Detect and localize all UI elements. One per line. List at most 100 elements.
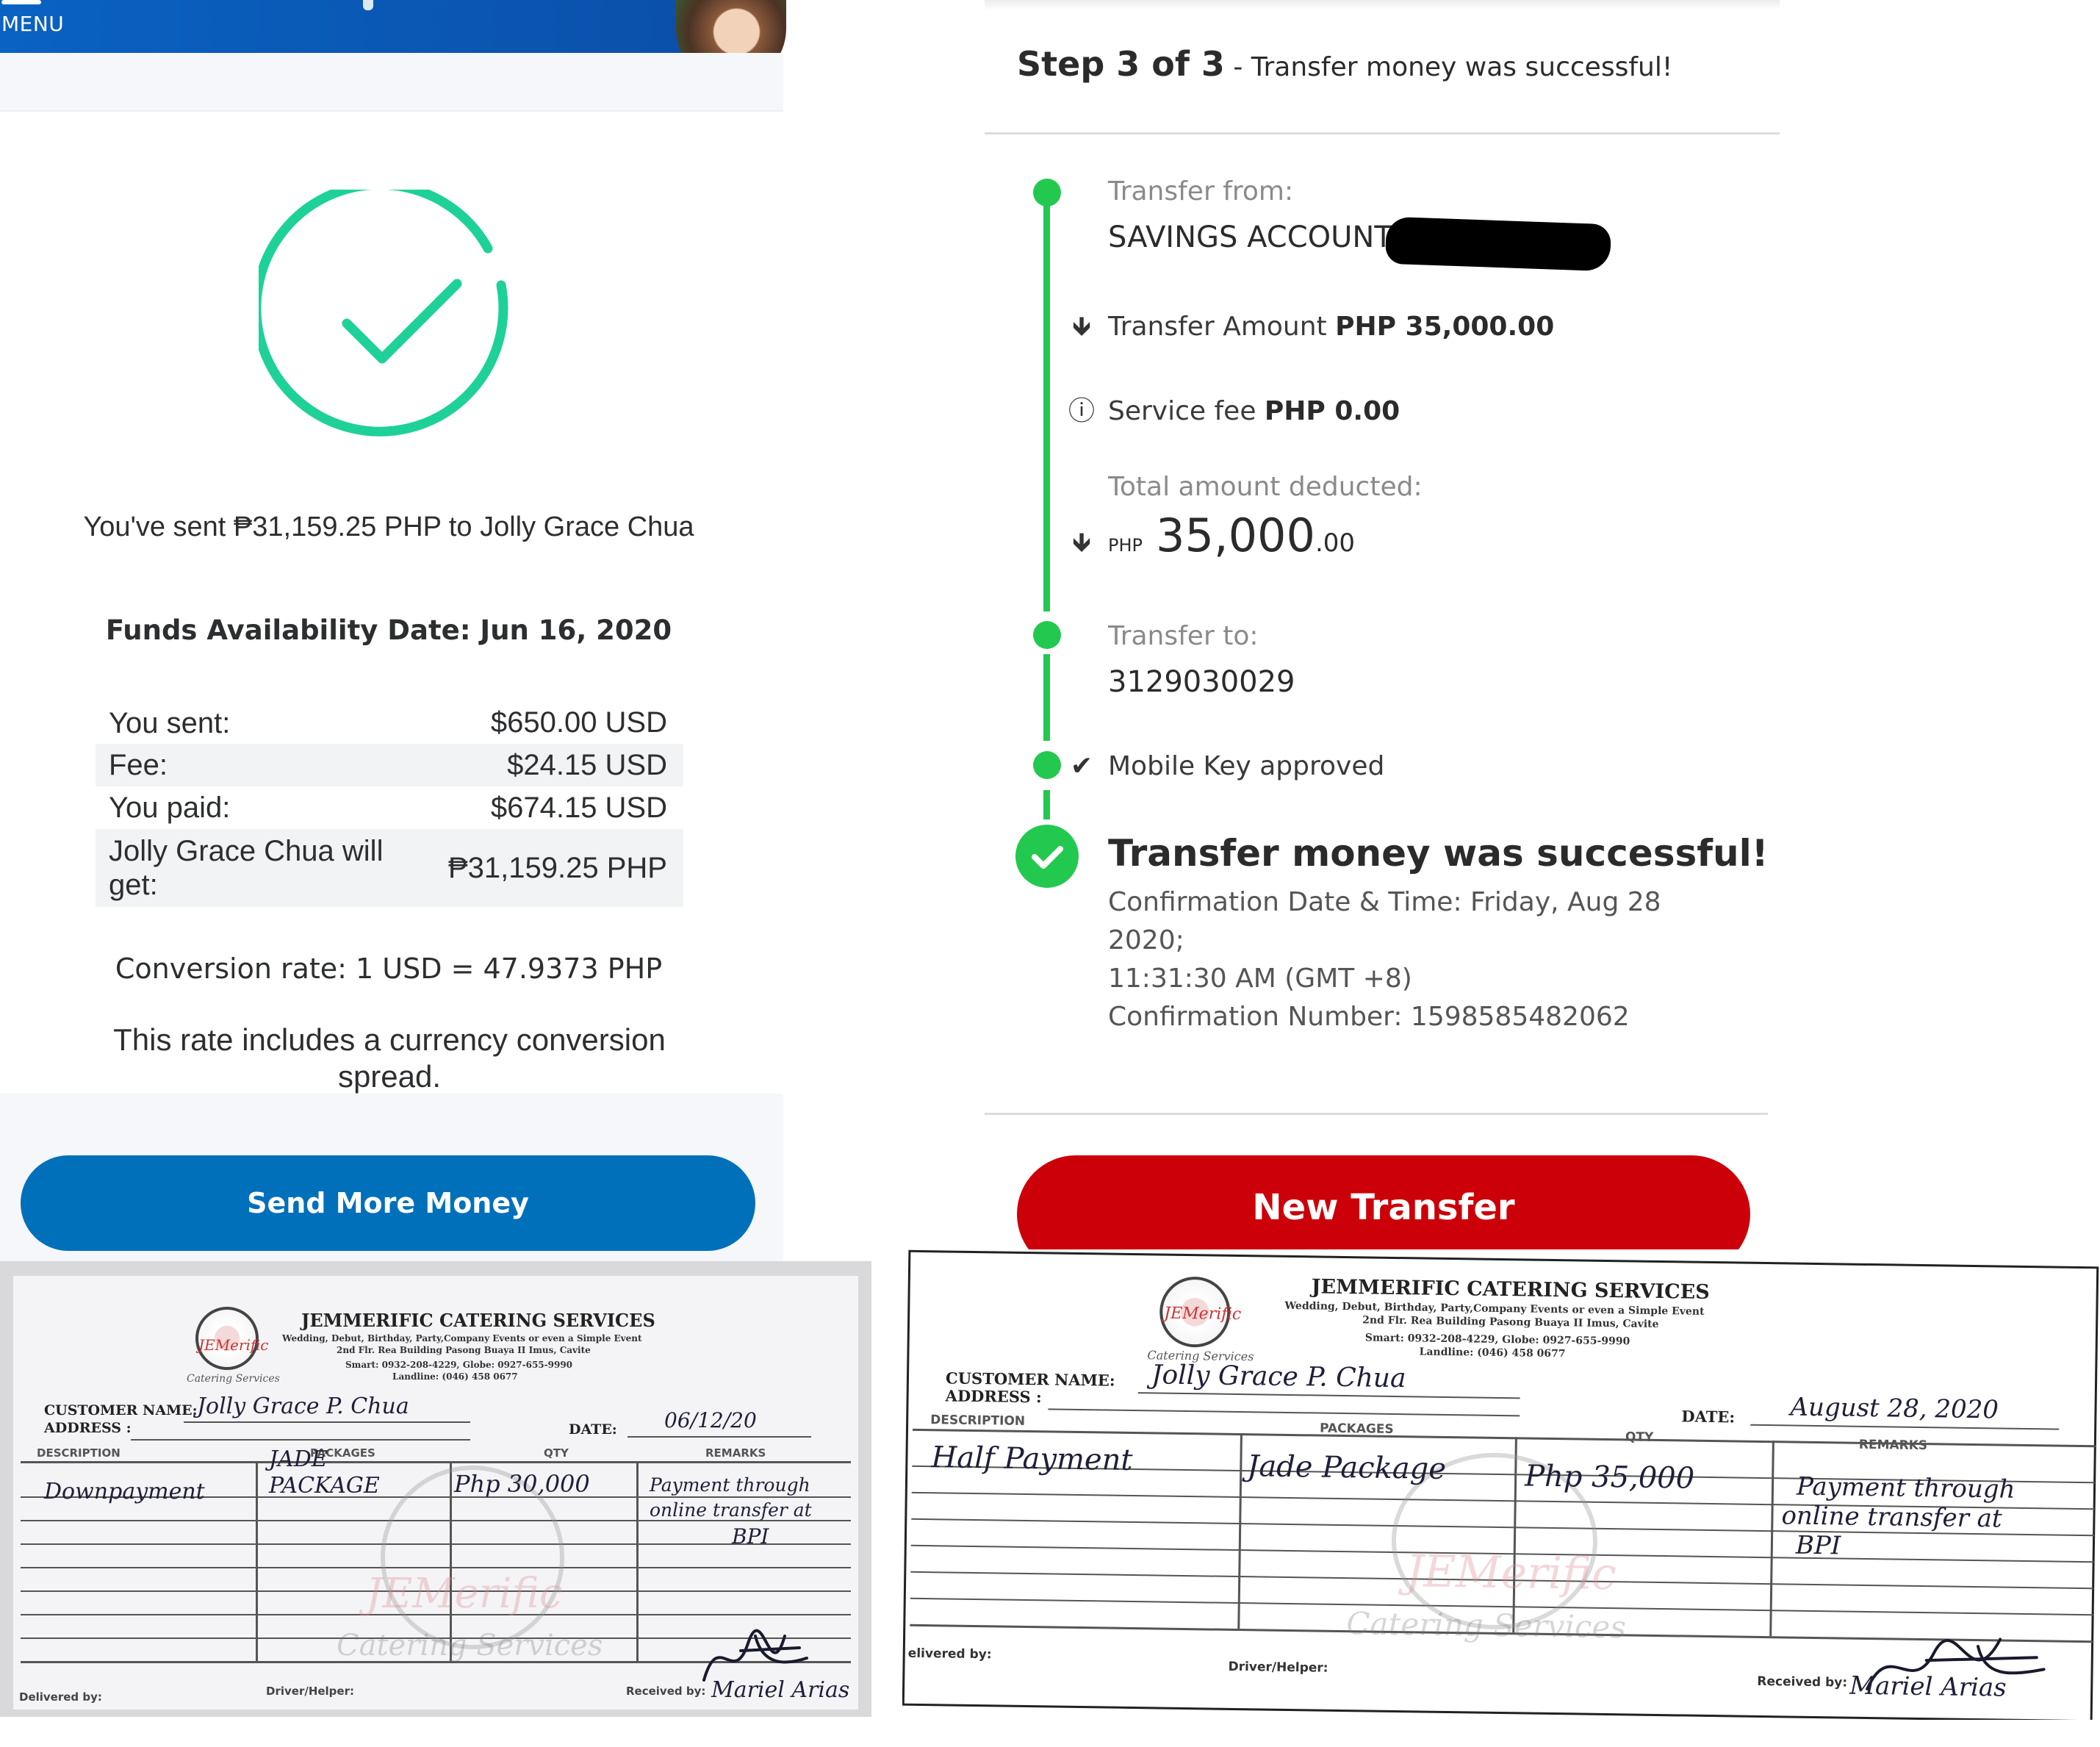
receipt-photo-right: JEMerific Catering Services JEMMERIFIC C…: [902, 1249, 2100, 1720]
transfer-amount-value: PHP 35,000.00: [1335, 312, 1555, 342]
date-label: DATE:: [569, 1421, 617, 1438]
field-line: [184, 1421, 470, 1423]
transfer-from-label: Transfer from:: [1108, 176, 1294, 207]
customer-name-value: Jolly Grace P. Chua: [1151, 1360, 1406, 1394]
service-fee-row: ⓘ Service fee PHP 0.00: [1068, 390, 1400, 428]
received-by-label: Received by:: [1757, 1674, 1848, 1690]
payment-summary-table: You sent: $650.00 USD Fee: $24.15 USD Yo…: [96, 702, 683, 907]
watermark-text: JEMerific: [1405, 1546, 1617, 1601]
date-value: August 28, 2020: [1790, 1392, 1999, 1425]
summary-label: You paid:: [109, 792, 231, 824]
total-decimal: .00: [1315, 528, 1356, 558]
delivered-by-label: elivered by:: [907, 1646, 992, 1662]
table-line: [1237, 1433, 1243, 1629]
summary-row-recipient-gets: Jolly Grace Chua will get: ₱31,159.25 PH…: [96, 829, 683, 907]
driver-helper-label: Driver/Helper:: [1228, 1659, 1328, 1676]
remarks-value: BPI: [732, 1524, 769, 1549]
confirmation-number: Confirmation Number: 1598585482062: [1108, 1002, 1630, 1032]
company-tagline: Wedding, Debut, Birthday, Party,Company …: [282, 1333, 642, 1344]
date-label: DATE:: [1681, 1407, 1736, 1427]
watermark-subtext: Catering Services: [1346, 1605, 1627, 1646]
field-line: [1750, 1424, 2060, 1430]
package-value: PACKAGE: [269, 1473, 380, 1499]
divider: [985, 132, 1780, 134]
watermark-text: JEMerific: [366, 1570, 563, 1618]
field-line: [1048, 1408, 1520, 1417]
company-landline: Landline: (046) 458 0677: [392, 1371, 518, 1382]
arrow-down-icon: 🡻: [1072, 528, 1091, 558]
total-currency: PHP: [1108, 535, 1143, 556]
divider: [985, 1113, 1768, 1115]
step-number: Step 3 of 3: [1017, 44, 1225, 84]
arrow-down-icon: 🡻: [1072, 312, 1091, 342]
remarks-value: Payment through: [650, 1474, 810, 1496]
check-icon: ✔: [1070, 751, 1093, 781]
description-value: Half Payment: [931, 1441, 1133, 1478]
timeline-line: [1043, 193, 1050, 611]
logo-subtext: Catering Services: [187, 1373, 280, 1385]
paypal-subheader: [0, 53, 783, 112]
summary-value: $650.00 USD: [490, 706, 667, 739]
watermark-subtext: Catering Services: [337, 1629, 603, 1662]
confirmation-details: Confirmation Date & Time: Friday, Aug 28…: [1108, 883, 1740, 1036]
remarks-value: online transfer at: [650, 1499, 812, 1521]
confirmation-time: 11:31:30 AM (GMT +8): [1108, 964, 1412, 994]
table-line: [1769, 1441, 1774, 1637]
paypal-header: MENU: [0, 0, 786, 84]
sent-summary-text: You've sent ₱31,159.25 PHP to Jolly Grac…: [83, 512, 694, 542]
company-address: 2nd Flr. Rea Building Pasong Buaya II Im…: [337, 1345, 591, 1355]
field-line: [628, 1436, 811, 1438]
mobile-key-status: Mobile Key approved: [1108, 751, 1385, 781]
field-line: [131, 1439, 470, 1441]
logo-text: JEMerific: [1164, 1304, 1242, 1324]
company-landline: Landline: (046) 458 0677: [1419, 1346, 1566, 1360]
timeline-dot: [1033, 621, 1061, 649]
menu-button[interactable]: MENU: [1, 12, 64, 36]
summary-value: $674.15 USD: [490, 791, 667, 824]
funds-availability-date: Funds Availability Date: Jun 16, 2020: [105, 614, 672, 646]
received-by-label: Received by:: [626, 1685, 706, 1698]
company-smart: Smart: 0932-208-4229, Globe: 0927-655-99…: [1364, 1332, 1630, 1348]
mobile-key-row: ✔ Mobile Key approved: [1071, 751, 1385, 781]
receipt-photo-left: JEMerific Catering Services JEMMERIFIC C…: [0, 1261, 871, 1717]
transfer-amount-label: Transfer Amount: [1108, 312, 1327, 342]
table-line: [636, 1461, 639, 1661]
col-description: DESCRIPTION: [930, 1413, 1026, 1429]
timeline-dot: [1033, 179, 1061, 207]
company-name: JEMMERIFIC CATERING SERVICES: [1311, 1275, 1710, 1304]
paypal-logo-icon: [363, 0, 373, 10]
package-value: JADE: [269, 1446, 328, 1472]
receipt-paper: JEMerific Catering Services JEMMERIFIC C…: [13, 1276, 858, 1710]
col-remarks: REMARKS: [1858, 1437, 1928, 1454]
service-fee-value: PHP 0.00: [1264, 396, 1400, 426]
col-qty: QTY: [544, 1446, 569, 1460]
transfer-to-label: Transfer to:: [1108, 621, 1259, 651]
description-value: Downpayment: [44, 1479, 205, 1504]
service-fee-label: Service fee: [1108, 396, 1256, 426]
send-more-money-button[interactable]: Send More Money: [21, 1155, 755, 1251]
company-address: 2nd Flr. Rea Building Pasong Buaya II Im…: [1362, 1314, 1659, 1330]
qty-value: Php 30,000: [454, 1470, 590, 1498]
address-label: ADDRESS :: [945, 1386, 1042, 1407]
summary-label: You sent:: [109, 706, 231, 739]
table-line: [256, 1461, 258, 1661]
table-line: [21, 1461, 851, 1463]
paypal-confirmation-panel: MENU You've sent ₱31,159.25 PHP to Jolly…: [0, 0, 786, 1261]
step-indicator: Step 3 of 3 - Transfer money was success…: [1017, 44, 1672, 84]
summary-row-sent: You sent: $650.00 USD: [96, 702, 683, 744]
bpi-confirmation-panel: Step 3 of 3 - Transfer money was success…: [985, 0, 2100, 1273]
date-value: 06/12/20: [664, 1408, 757, 1432]
info-icon: ⓘ: [1068, 396, 1095, 426]
total-deducted-amount: 🡻 PHP 35,000.00: [1072, 509, 1356, 568]
receiver-name: Mariel Arias: [1849, 1671, 2007, 1703]
logo-text: JEMerific: [198, 1336, 269, 1354]
field-line: [1137, 1392, 1520, 1399]
summary-label: Jolly Grace Chua will get:: [109, 835, 384, 901]
menu-icon[interactable]: [1, 0, 41, 4]
success-check-icon: [1015, 825, 1079, 888]
summary-value: ₱31,159.25 PHP: [448, 851, 667, 884]
confirmation-date: Confirmation Date & Time: Friday, Aug 28…: [1108, 887, 1661, 955]
timeline-dot: [1033, 751, 1061, 779]
total-whole: 35,000: [1156, 509, 1315, 562]
package-value: Jade Package: [1247, 1449, 1447, 1486]
